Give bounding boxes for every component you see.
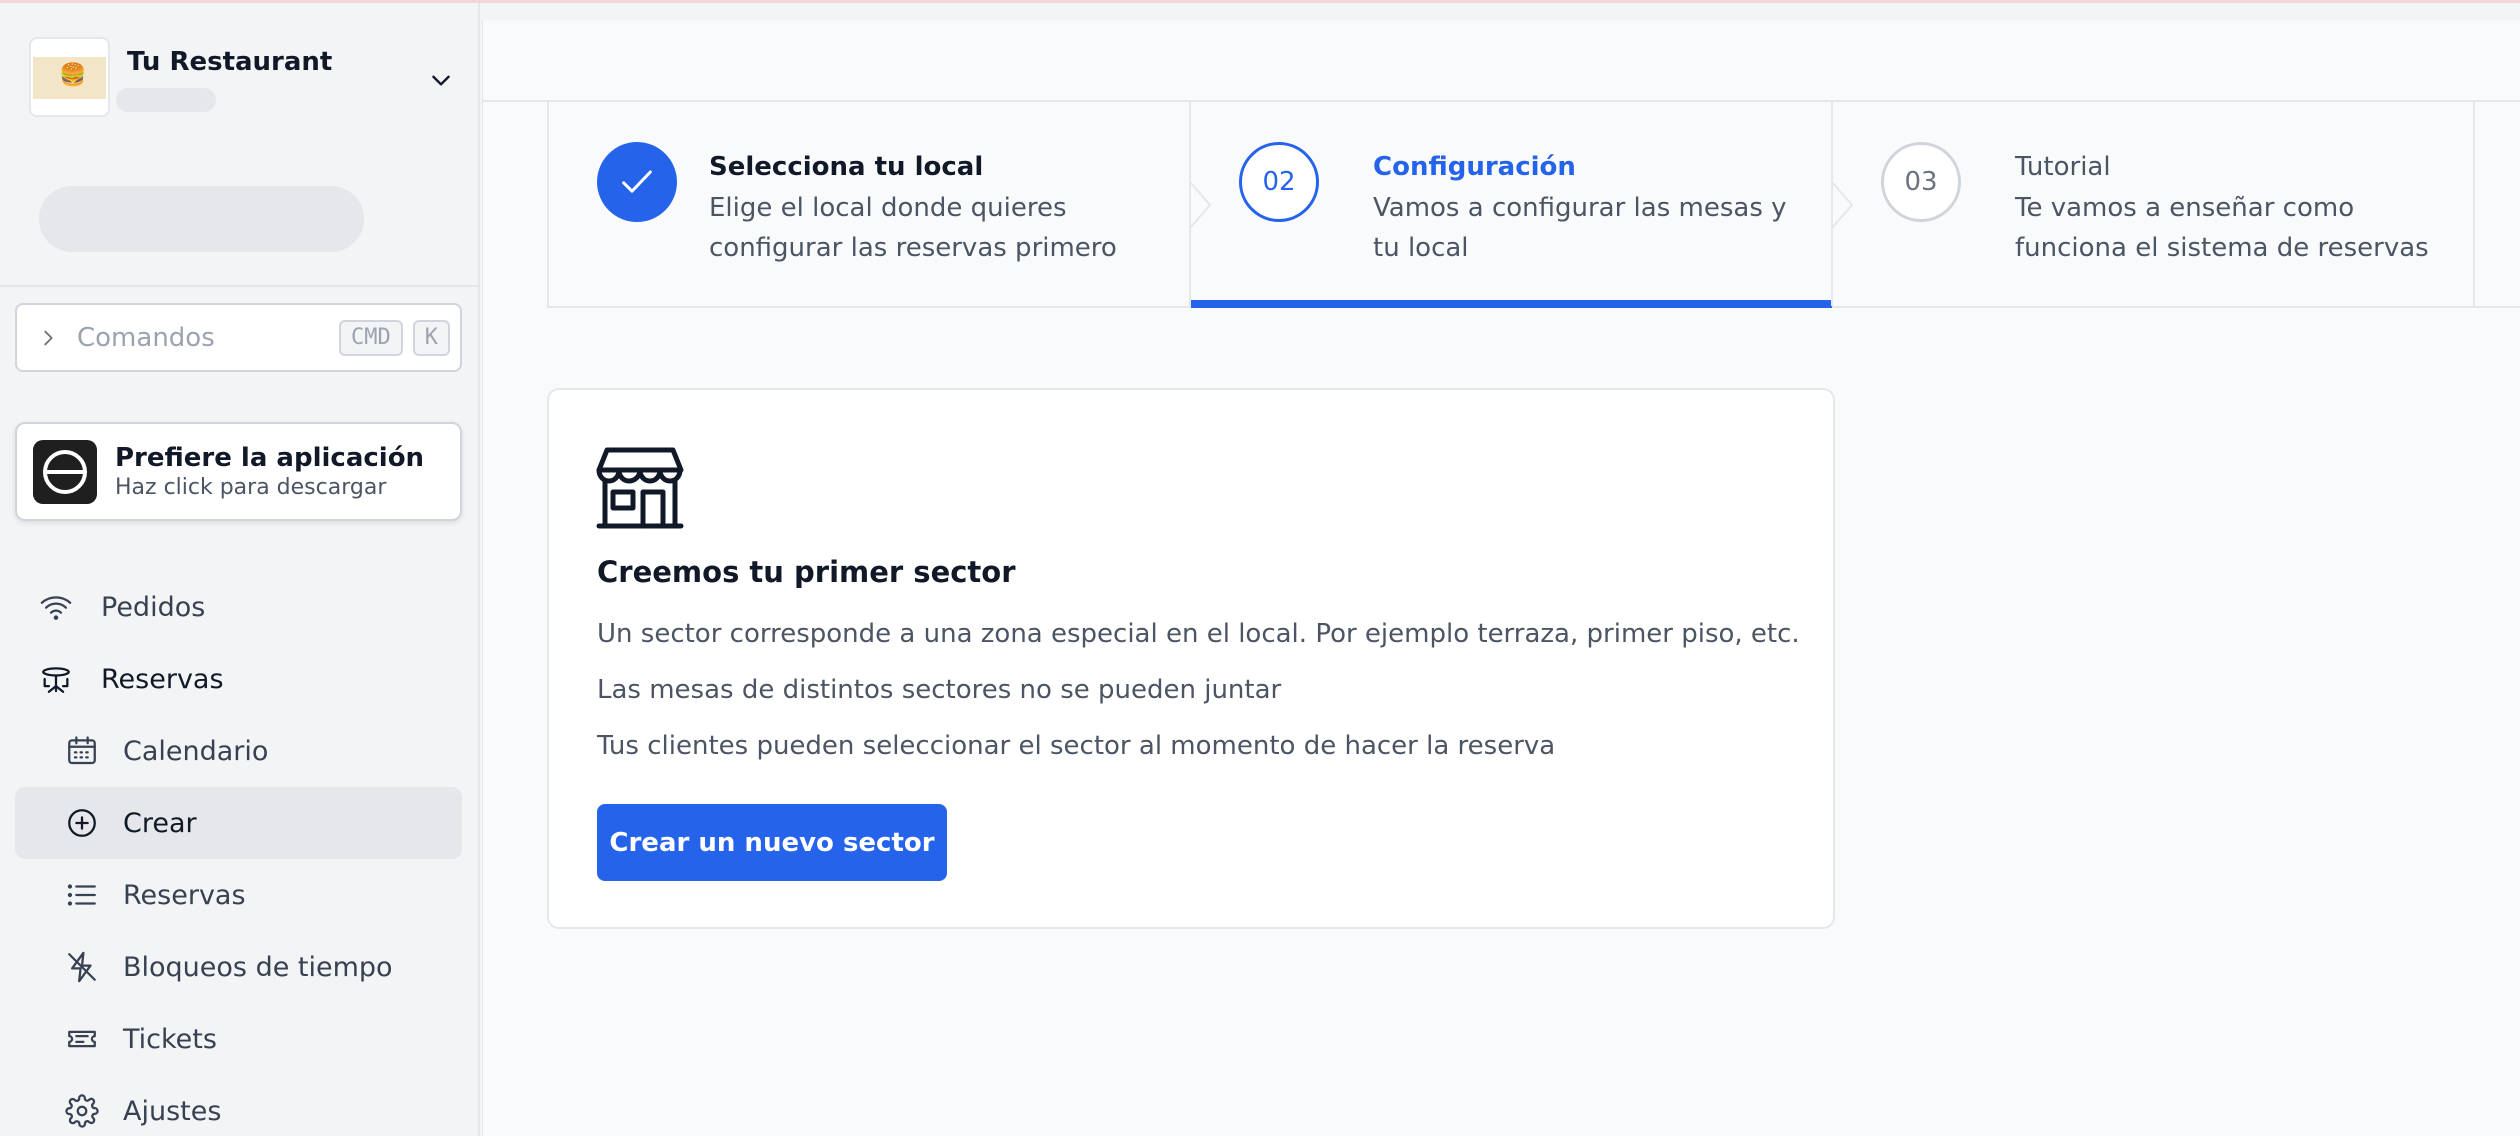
main-content: Selecciona tu local Elige el local donde… bbox=[482, 20, 2520, 1136]
create-sector-button[interactable]: Crear un nuevo sector bbox=[597, 804, 947, 881]
card-paragraph-2: Las mesas de distintos sectores no se pu… bbox=[597, 675, 1282, 705]
step-divider bbox=[2473, 102, 2475, 306]
main-header bbox=[483, 20, 2520, 102]
table-icon bbox=[37, 660, 75, 698]
command-palette-input[interactable]: Comandos CMD K bbox=[15, 303, 462, 372]
sidebar-item-reservas-list[interactable]: Reservas bbox=[15, 859, 462, 931]
sidebar-item-label: Reservas bbox=[123, 879, 246, 911]
step-1[interactable]: Selecciona tu local Elige el local donde… bbox=[549, 102, 1190, 306]
sidebar-item-tickets[interactable]: Tickets bbox=[15, 1003, 462, 1075]
burger-icon: 🍔 bbox=[59, 63, 87, 88]
card-paragraph-3: Tus clientes pueden seleccionar el secto… bbox=[597, 731, 1556, 761]
chevron-down-icon[interactable] bbox=[428, 67, 454, 93]
download-app-banner[interactable]: Prefiere la aplicación Haz click para de… bbox=[15, 422, 462, 521]
step-3[interactable]: 03 Tutorial Te vamos a enseñar como func… bbox=[1833, 102, 2474, 306]
card-title: Creemos tu primer sector bbox=[597, 555, 1016, 589]
sidebar-item-label: Crear bbox=[123, 807, 197, 839]
check-icon bbox=[622, 170, 652, 193]
step-2[interactable]: 02 Configuración Vamos a configurar las … bbox=[1191, 102, 1832, 308]
kbd-cmd: CMD bbox=[339, 319, 403, 356]
chevron-right-icon bbox=[44, 330, 53, 345]
restaurant-subtitle-placeholder bbox=[116, 88, 216, 112]
step-2-title: Configuración bbox=[1373, 152, 1576, 182]
step-3-title: Tutorial bbox=[2015, 152, 2111, 182]
sidebar: 🍔 Tu Restaurant Comandos CMD K Prefiere … bbox=[0, 3, 480, 1136]
step-1-title: Selecciona tu local bbox=[709, 152, 984, 182]
sidebar-item-label: Ajustes bbox=[123, 1095, 222, 1127]
active-step-indicator bbox=[1191, 300, 1832, 308]
loading-placeholder bbox=[39, 186, 364, 252]
restaurant-logo: 🍔 bbox=[29, 37, 110, 117]
sidebar-item-pedidos[interactable]: Pedidos bbox=[15, 571, 462, 643]
card-paragraph-1: Un sector corresponde a una zona especia… bbox=[597, 619, 1800, 649]
app-banner-title: Prefiere la aplicación bbox=[115, 443, 425, 473]
ticket-icon bbox=[63, 1020, 101, 1058]
time-block-icon bbox=[63, 948, 101, 986]
step-2-description: Vamos a configurar las mesas y tu local bbox=[1373, 193, 1787, 263]
list-icon bbox=[63, 876, 101, 914]
stepper: Selecciona tu local Elige el local donde… bbox=[547, 102, 2520, 308]
step-3-number: 03 bbox=[1881, 142, 1961, 222]
step-1-description: Elige el local donde quieres configurar … bbox=[709, 193, 1117, 263]
sidebar-item-crear[interactable]: Crear bbox=[15, 787, 462, 859]
sidebar-item-label: Reservas bbox=[101, 663, 224, 695]
restaurant-switcher[interactable]: 🍔 Tu Restaurant bbox=[29, 37, 454, 121]
sidebar-item-label: Pedidos bbox=[101, 591, 206, 623]
sidebar-item-reservas-group[interactable]: Reservas bbox=[15, 643, 462, 715]
divider bbox=[0, 285, 480, 287]
sidebar-nav: Pedidos Reservas Calendario Crear Reserv… bbox=[15, 571, 462, 1136]
sidebar-item-label: Bloqueos de tiempo bbox=[123, 951, 393, 983]
sidebar-item-label: Calendario bbox=[123, 735, 269, 767]
app-banner-subtitle: Haz click para descargar bbox=[115, 475, 387, 500]
plus-circle-icon bbox=[63, 804, 101, 842]
sidebar-item-label: Tickets bbox=[123, 1023, 217, 1055]
step-2-number: 02 bbox=[1239, 142, 1319, 222]
create-sector-card: Creemos tu primer sector Un sector corre… bbox=[547, 388, 1835, 929]
store-icon bbox=[596, 447, 684, 529]
command-placeholder: Comandos bbox=[77, 322, 215, 353]
step-3-description: Te vamos a enseñar como funciona el sist… bbox=[2015, 193, 2429, 263]
calendar-icon bbox=[63, 732, 101, 770]
app-logo-icon bbox=[33, 439, 97, 504]
sidebar-item-calendario[interactable]: Calendario bbox=[15, 715, 462, 787]
kbd-k: K bbox=[412, 319, 450, 356]
step-1-check bbox=[597, 142, 677, 222]
gear-icon bbox=[63, 1092, 101, 1130]
wifi-icon bbox=[37, 588, 75, 626]
sidebar-item-ajustes[interactable]: Ajustes bbox=[15, 1075, 462, 1136]
sidebar-item-bloqueos[interactable]: Bloqueos de tiempo bbox=[15, 931, 462, 1003]
restaurant-name: Tu Restaurant bbox=[127, 47, 333, 77]
